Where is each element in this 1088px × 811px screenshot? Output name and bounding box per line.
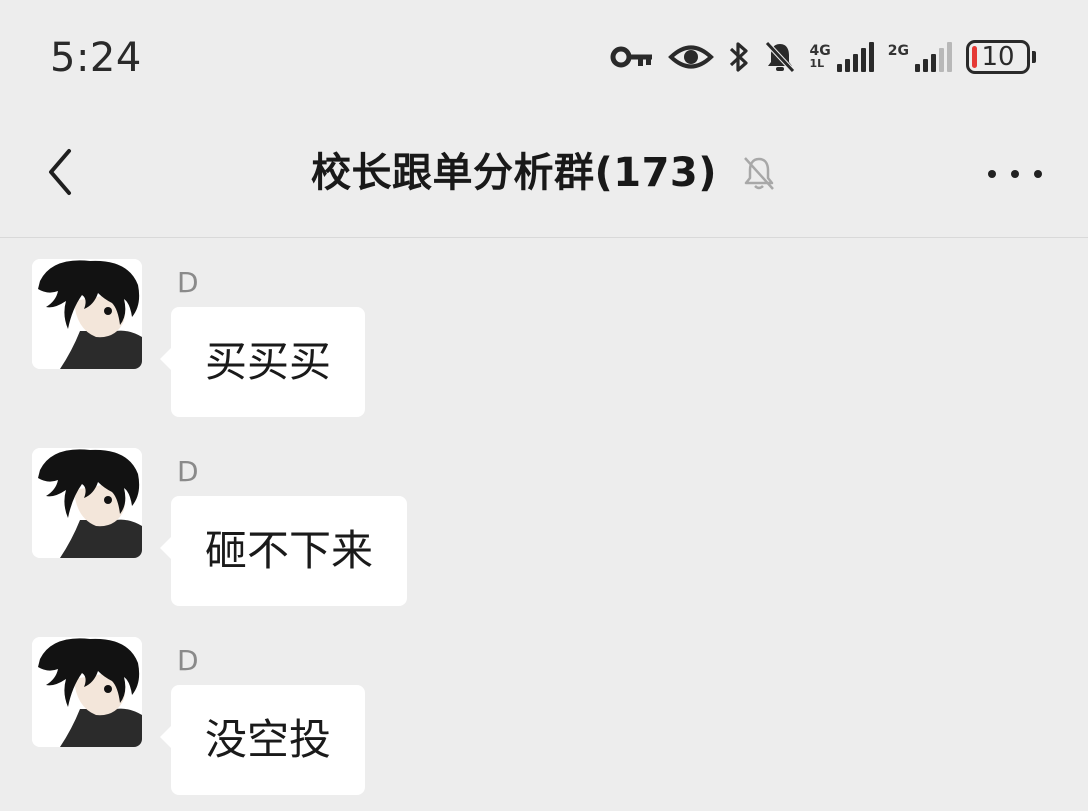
chat-screen: 5:24 4G 1L 2G 10 校长跟单分析群(173) D 买买买 D 砸不… [0,0,1088,811]
network-4g-sub-label: 1L [809,57,825,70]
more-button[interactable] [988,162,1042,186]
status-bar: 5:24 4G 1L 2G 10 [0,0,1088,118]
signal-bars-2g [915,42,952,72]
battery-percent: 10 [981,42,1015,72]
message-item: D 买买买 [32,259,932,419]
status-icons: 4G 1L 2G 10 [610,36,1036,78]
bell-muted-icon [744,157,774,190]
message-bubble[interactable]: 没空投 [159,685,366,795]
battery-level-fill [972,46,977,68]
sender-name: D [177,644,199,677]
avatar-illustration [32,448,142,558]
message-text: 买买买 [205,337,332,386]
sender-name: D [177,266,199,299]
eye-icon [667,42,714,72]
message-item: D 没空投 [32,637,932,797]
title-area: 校长跟单分析群(173) [0,144,1088,202]
bluetooth-icon [728,40,750,74]
signal-bars-4g [836,42,874,72]
message-bubble[interactable]: 买买买 [159,307,366,417]
chat-header: 校长跟单分析群(173) [0,118,1088,238]
chat-title[interactable]: 校长跟单分析群(173) [311,144,717,202]
battery-icon: 10 [966,40,1036,74]
avatar-illustration [32,637,142,747]
signal-4g-icon: 4G 1L [810,42,874,72]
sender-name: D [177,455,199,488]
avatar-illustration [32,259,142,369]
avatar[interactable] [32,637,142,747]
network-4g-label: 4G [809,43,831,59]
more-dots-icon [988,170,1042,178]
network-2g-label: 2G [887,43,909,59]
bell-muted-icon [764,40,796,74]
avatar[interactable] [32,259,142,369]
message-list[interactable]: D 买买买 D 砸不下来 D 没空投 [0,238,1088,811]
message-bubble[interactable]: 砸不下来 [159,496,408,606]
message-item: D 砸不下来 [32,448,932,608]
avatar[interactable] [32,448,142,558]
message-text: 没空投 [205,715,332,764]
key-icon [610,44,654,70]
message-text: 砸不下来 [205,526,374,575]
signal-2g-icon: 2G [888,42,952,72]
status-time: 5:24 [50,35,142,81]
